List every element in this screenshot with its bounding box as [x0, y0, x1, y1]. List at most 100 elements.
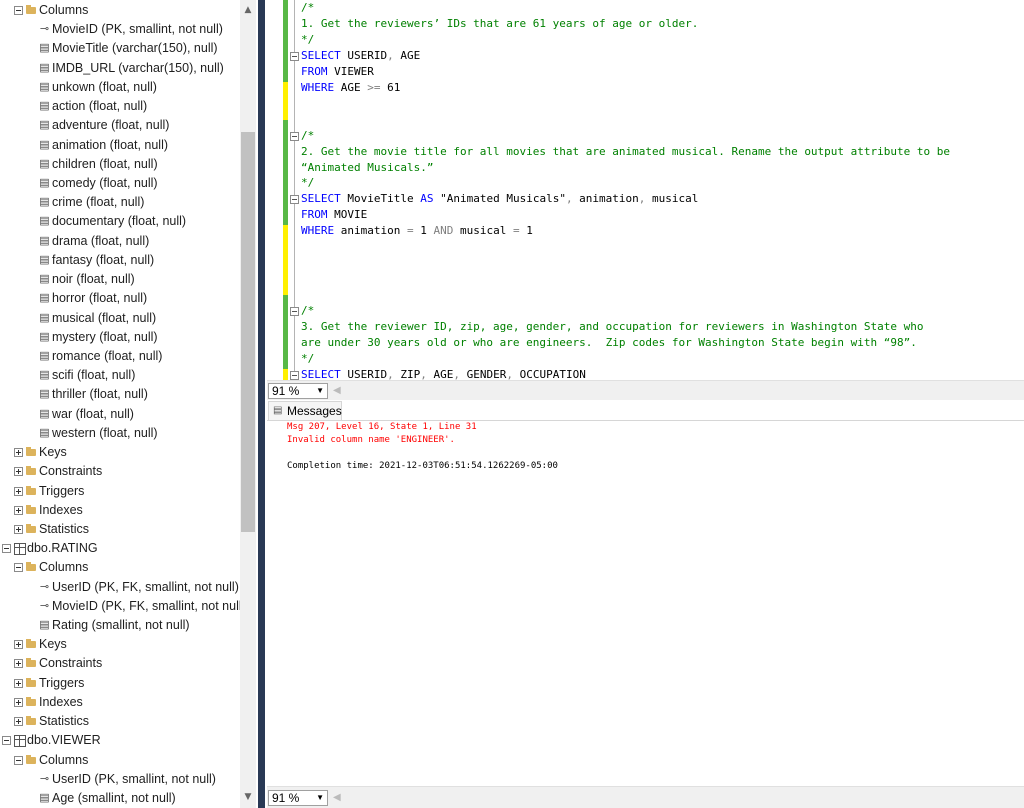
- tree-column-node[interactable]: ▤ animation (float, null): [0, 136, 240, 155]
- sql-token: musical: [453, 224, 513, 238]
- tree-column-node[interactable]: ▤ war (float, null): [0, 405, 240, 424]
- tree-folder-node[interactable]: Keys: [0, 443, 240, 462]
- scroll-down-arrow-icon[interactable]: ▼: [240, 789, 256, 806]
- tree-folder-node[interactable]: Columns: [0, 751, 240, 770]
- collapse-icon[interactable]: [2, 736, 11, 746]
- collapse-icon[interactable]: [2, 544, 11, 554]
- tree-folder-node[interactable]: Keys: [0, 635, 240, 654]
- tree-column-node[interactable]: ⊸ MovieID (PK, FK, smallint, not null): [0, 597, 246, 616]
- code-line[interactable]: “Animated Musicals.”: [301, 160, 433, 176]
- tree-folder-node[interactable]: Constraints: [0, 654, 240, 673]
- tree-column-node[interactable]: ▤ comedy (float, null): [0, 174, 240, 193]
- sql-comment: */: [301, 32, 315, 46]
- code-line[interactable]: SELECT MovieTitle AS "Animated Musicals"…: [301, 191, 698, 207]
- expand-icon[interactable]: [14, 448, 23, 458]
- tree-column-node[interactable]: ⊸ UserID (PK, smallint, not null): [0, 770, 240, 789]
- tree-column-node[interactable]: ▤ IMDB_URL (varchar(150), null): [0, 59, 240, 78]
- collapse-region-icon[interactable]: [290, 307, 299, 317]
- collapse-region-icon[interactable]: [290, 195, 299, 205]
- code-line[interactable]: SELECT USERID, ZIP, AGE, GENDER, OCCUPAT…: [301, 367, 586, 380]
- tree-column-node[interactable]: ▤ MovieTitle (varchar(150), null): [0, 39, 240, 58]
- code-line[interactable]: 1. Get the reviewers’ IDs that are 61 ye…: [301, 16, 698, 32]
- code-line[interactable]: WHERE animation = 1 AND musical = 1: [301, 223, 533, 239]
- expand-icon[interactable]: [14, 467, 23, 477]
- code-line[interactable]: /*: [301, 303, 314, 319]
- collapse-icon[interactable]: [14, 563, 23, 573]
- code-line[interactable]: FROM MOVIE: [301, 207, 367, 223]
- expand-icon[interactable]: [14, 640, 23, 650]
- tree-column-node[interactable]: ▤ Age (smallint, not null): [0, 789, 240, 808]
- expand-icon[interactable]: [14, 524, 23, 534]
- tree-node-label: comedy (float, null): [52, 175, 158, 190]
- splitter-bar[interactable]: [258, 0, 265, 808]
- code-line[interactable]: /*: [301, 0, 314, 16]
- editor-zoom-select[interactable]: 91 % ▼: [268, 383, 328, 399]
- tree-folder-node[interactable]: Columns: [0, 558, 240, 577]
- tree-node-label: Statistics: [39, 521, 90, 536]
- tree-column-node[interactable]: ⊸ MovieID (PK, smallint, not null): [0, 20, 240, 39]
- collapse-region-icon[interactable]: [290, 51, 299, 61]
- tree-folder-node[interactable]: Statistics: [0, 520, 240, 539]
- scroll-left-arrow-icon[interactable]: ◀: [333, 383, 341, 399]
- tree-column-node[interactable]: ▤ horror (float, null): [0, 289, 240, 308]
- object-explorer-scrollbar[interactable]: ▲ ▼: [240, 0, 256, 808]
- results-zoom-select[interactable]: 91 % ▼: [268, 790, 328, 806]
- code-line[interactable]: FROM VIEWER: [301, 64, 374, 80]
- collapse-icon[interactable]: [14, 6, 23, 15]
- expand-icon[interactable]: [14, 697, 23, 707]
- tree-column-node[interactable]: ▤ fantasy (float, null): [0, 251, 240, 270]
- tree-column-node[interactable]: ▤ scifi (float, null): [0, 366, 240, 385]
- tree-column-node[interactable]: ▤ musical (float, null): [0, 309, 240, 328]
- scroll-up-arrow-icon[interactable]: ▲: [240, 2, 256, 19]
- tree-table-node[interactable]: dbo.VIEWER: [0, 731, 240, 750]
- query-editor[interactable]: /* 1. Get the reviewers’ IDs that are 61 …: [267, 0, 1024, 380]
- expand-icon[interactable]: [14, 678, 23, 688]
- code-line[interactable]: 3. Get the reviewer ID, zip, age, gender…: [301, 319, 924, 335]
- tree-column-node[interactable]: ▤ children (float, null): [0, 155, 240, 174]
- tree-column-node[interactable]: ▤ documentary (float, null): [0, 212, 240, 231]
- sql-keyword: WHERE: [301, 224, 335, 238]
- tree-column-node[interactable]: ▤ Rating (smallint, not null): [0, 616, 240, 635]
- code-line[interactable]: WHERE AGE >= 61: [301, 80, 400, 96]
- code-line[interactable]: are under 30 years old or who are engine…: [301, 335, 917, 351]
- pane-splitter[interactable]: [256, 0, 267, 808]
- tree-column-node[interactable]: ⊸ UserID (PK, FK, smallint, not null): [0, 578, 240, 597]
- tree-column-node[interactable]: ▤ western (float, null): [0, 424, 240, 443]
- tree-node-label: dbo.RATING: [27, 541, 98, 556]
- tree-folder-node[interactable]: Indexes: [0, 693, 240, 712]
- code-line[interactable]: SELECT USERID, AGE: [301, 48, 420, 64]
- collapse-icon[interactable]: [14, 755, 23, 765]
- code-line[interactable]: */: [301, 351, 314, 367]
- tree-column-node[interactable]: ▤ romance (float, null): [0, 347, 240, 366]
- code-line[interactable]: */: [301, 32, 314, 48]
- tree-folder-node[interactable]: Statistics: [0, 712, 240, 731]
- collapse-region-icon[interactable]: [290, 131, 299, 141]
- tree-column-node[interactable]: ▤ unkown (float, null): [0, 78, 240, 97]
- tab-messages[interactable]: ▤ Messages: [268, 401, 342, 420]
- scrollbar-thumb[interactable]: [241, 132, 255, 532]
- expand-icon[interactable]: [14, 505, 23, 515]
- code-line[interactable]: 2. Get the movie title for all movies th…: [301, 144, 950, 160]
- tree-column-node[interactable]: ▤ noir (float, null): [0, 270, 240, 289]
- tree-folder-node[interactable]: Columns: [0, 1, 240, 20]
- tree-folder-node[interactable]: Triggers: [0, 482, 240, 501]
- tree-column-node[interactable]: ▤ thriller (float, null): [0, 385, 240, 404]
- expand-icon[interactable]: [14, 486, 23, 496]
- tree-folder-node[interactable]: Triggers: [0, 674, 240, 693]
- scroll-left-arrow-icon[interactable]: ◀: [333, 790, 341, 806]
- tree-column-node[interactable]: ▤ mystery (float, null): [0, 328, 240, 347]
- tree-column-node[interactable]: ▤ action (float, null): [0, 97, 240, 116]
- expand-icon[interactable]: [14, 717, 23, 727]
- tree-table-node[interactable]: dbo.RATING: [0, 539, 240, 558]
- expand-icon[interactable]: [14, 659, 23, 669]
- column-icon: ▤: [39, 234, 50, 247]
- tree-folder-node[interactable]: Constraints: [0, 462, 240, 481]
- tree-column-node[interactable]: ▤ crime (float, null): [0, 193, 240, 212]
- tree-folder-node[interactable]: Indexes: [0, 501, 240, 520]
- code-line[interactable]: */: [301, 175, 314, 191]
- code-line[interactable]: /*: [301, 128, 314, 144]
- results-zoom-bar: 91 % ▼ ◀: [267, 786, 1024, 808]
- collapse-region-icon[interactable]: [290, 370, 299, 380]
- tree-column-node[interactable]: ▤ drama (float, null): [0, 232, 240, 251]
- tree-column-node[interactable]: ▤ adventure (float, null): [0, 116, 240, 135]
